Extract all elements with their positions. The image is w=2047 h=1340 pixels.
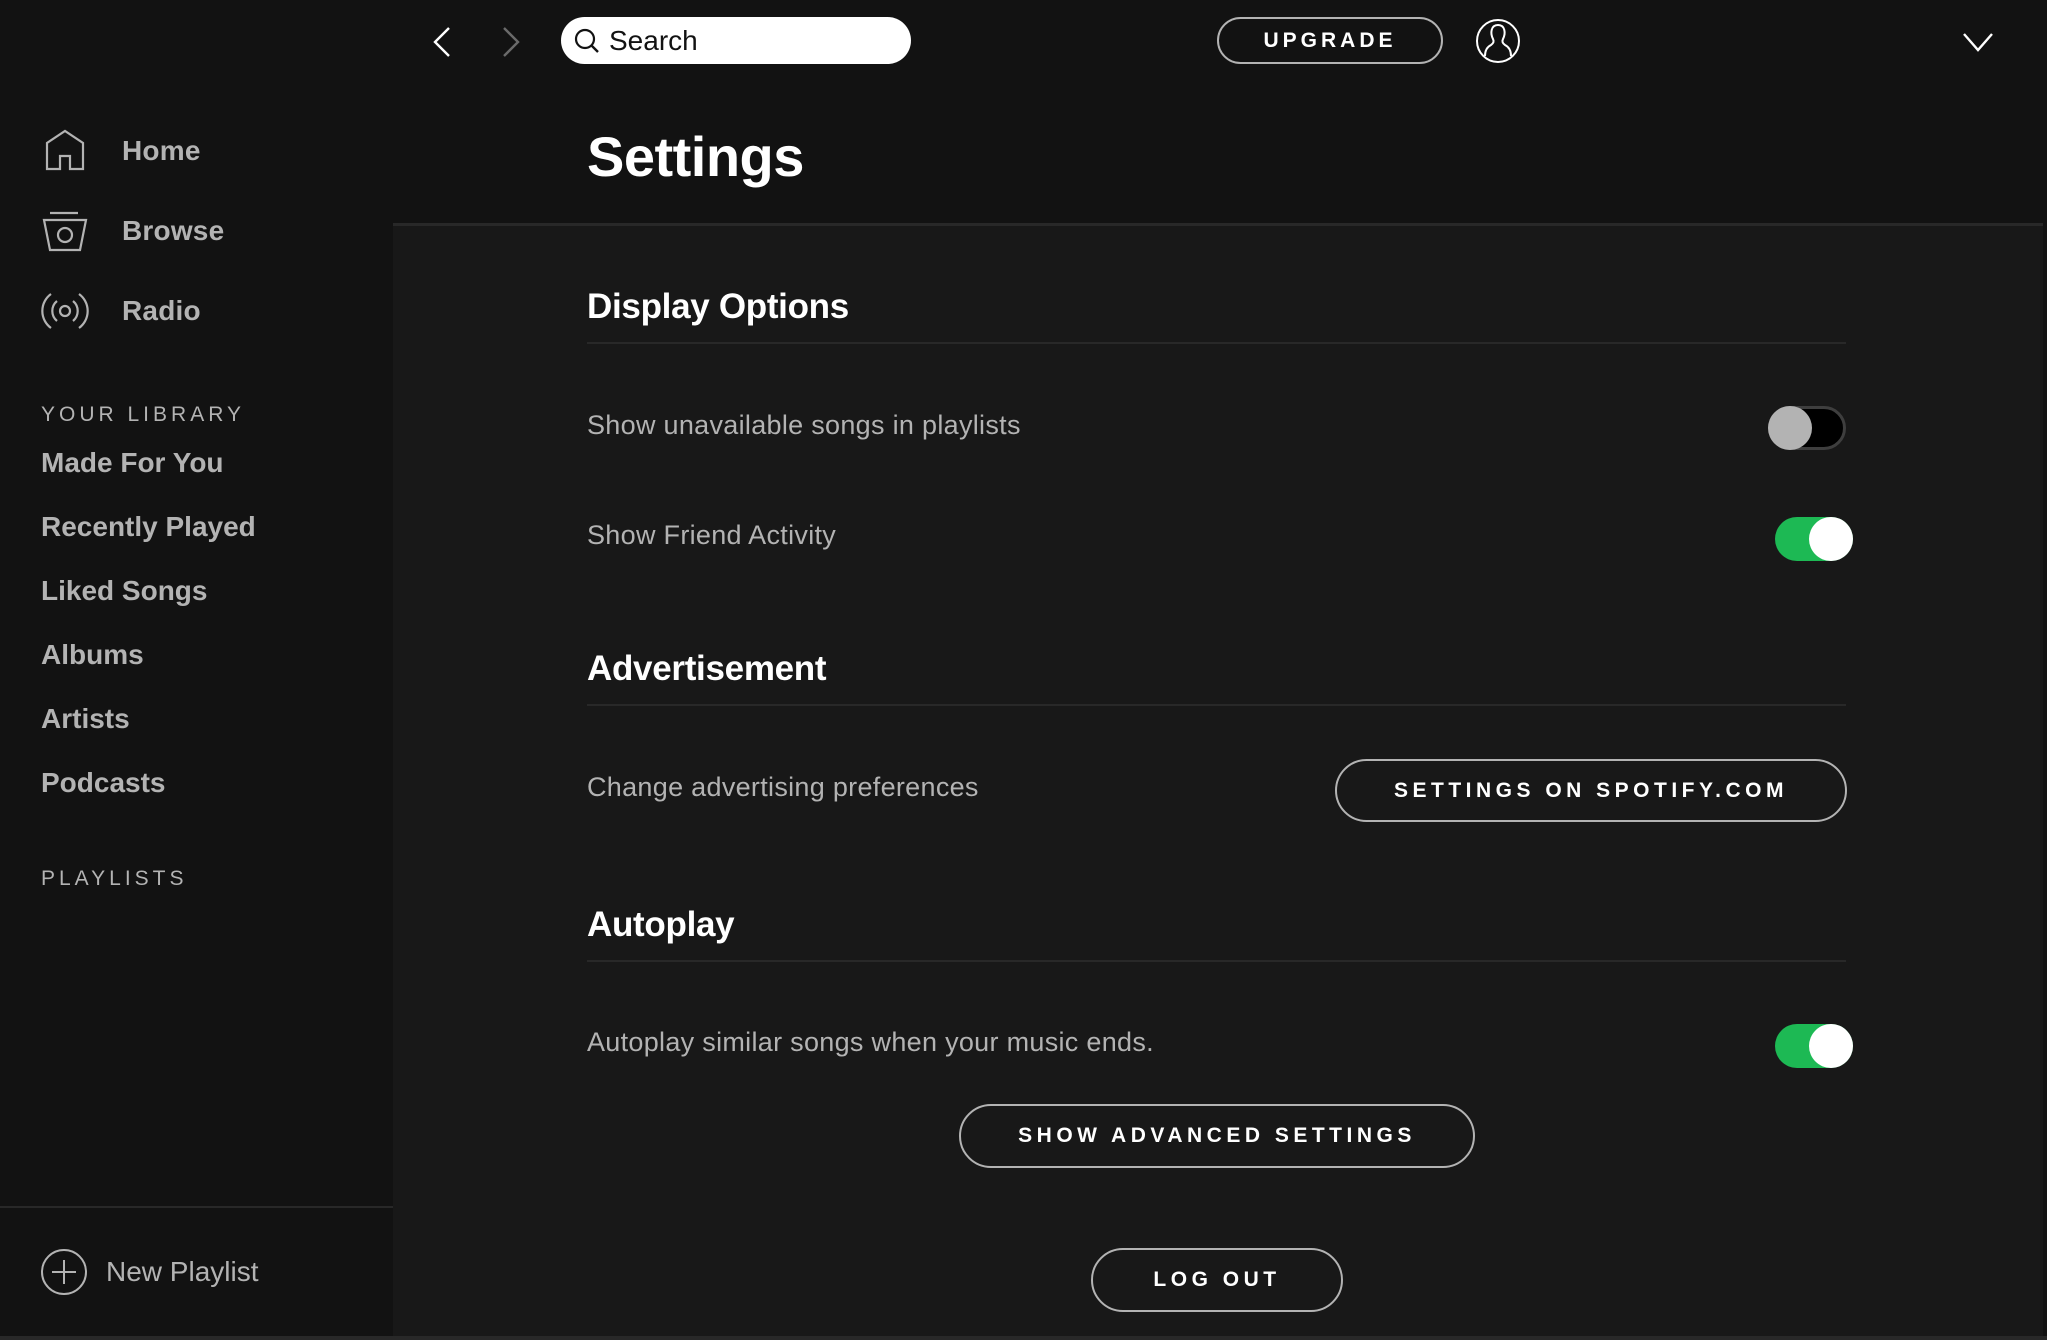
sidebar-item-label: Home bbox=[122, 135, 201, 166]
sidebar-divider bbox=[0, 1206, 393, 1208]
sidebar-item-recently-played[interactable]: Recently Played bbox=[41, 511, 256, 543]
search-icon bbox=[574, 28, 599, 53]
setting-label-advertising-preferences: Change advertising preferences bbox=[587, 772, 979, 802]
scrollbar-track[interactable] bbox=[2043, 223, 2047, 1340]
setting-label-friend-activity: Show Friend Activity bbox=[587, 520, 837, 550]
section-divider bbox=[587, 960, 1846, 962]
toggle-knob bbox=[1768, 406, 1812, 450]
radio-icon bbox=[41, 293, 89, 329]
toggle-knob bbox=[1809, 517, 1853, 561]
section-divider bbox=[587, 704, 1846, 706]
chevron-left-icon bbox=[433, 27, 450, 57]
sidebar-item-artists[interactable]: Artists bbox=[41, 703, 130, 735]
sidebar-item-liked-songs[interactable]: Liked Songs bbox=[41, 575, 207, 607]
dropdown-button[interactable] bbox=[1960, 28, 1996, 56]
plus-circle-icon bbox=[41, 1249, 87, 1295]
search-placeholder: Search bbox=[609, 24, 698, 56]
setting-label-show-unavailable: Show unavailable songs in playlists bbox=[587, 410, 1021, 440]
section-heading-display-options: Display Options bbox=[587, 287, 849, 326]
back-button[interactable] bbox=[423, 22, 463, 62]
sidebar-item-albums[interactable]: Albums bbox=[41, 639, 144, 671]
playlists-heading: PLAYLISTS bbox=[41, 867, 188, 890]
new-playlist-button[interactable]: New Playlist bbox=[40, 1248, 258, 1296]
setting-label-autoplay: Autoplay similar songs when your music e… bbox=[587, 1027, 1154, 1057]
toggle-autoplay[interactable] bbox=[1775, 1024, 1853, 1068]
search-input[interactable]: Search bbox=[561, 17, 911, 64]
section-divider bbox=[587, 342, 1846, 344]
home-icon bbox=[45, 129, 85, 171]
chevron-down-icon bbox=[1963, 33, 1993, 52]
sidebar: Home Browse Radio YOUR LIBRARY Made For … bbox=[0, 0, 393, 1340]
show-advanced-settings-button[interactable]: SHOW ADVANCED SETTINGS bbox=[959, 1104, 1475, 1168]
user-menu-button[interactable] bbox=[1474, 17, 1522, 65]
page-title: Settings bbox=[587, 125, 804, 188]
toggle-knob bbox=[1809, 1024, 1853, 1068]
bottom-border bbox=[0, 1336, 2047, 1340]
sidebar-item-label: Browse bbox=[122, 215, 225, 246]
user-icon bbox=[1476, 19, 1520, 63]
sidebar-item-podcasts[interactable]: Podcasts bbox=[41, 767, 166, 799]
upgrade-button[interactable]: UPGRADE bbox=[1217, 17, 1443, 64]
toggle-show-unavailable-songs[interactable] bbox=[1768, 406, 1846, 450]
sidebar-item-label: Radio bbox=[122, 295, 201, 326]
forward-button[interactable] bbox=[490, 22, 530, 62]
toggle-show-friend-activity[interactable] bbox=[1775, 517, 1853, 561]
library-heading: YOUR LIBRARY bbox=[41, 403, 245, 426]
log-out-button[interactable]: LOG OUT bbox=[1091, 1248, 1343, 1312]
settings-on-spotify-button[interactable]: SETTINGS ON SPOTIFY.COM bbox=[1335, 759, 1847, 822]
new-playlist-label: New Playlist bbox=[106, 1256, 259, 1287]
section-heading-advertisement: Advertisement bbox=[587, 649, 827, 688]
browse-icon bbox=[42, 211, 88, 252]
chevron-right-icon bbox=[503, 27, 520, 57]
sidebar-item-browse[interactable]: Browse bbox=[40, 206, 224, 256]
sidebar-item-made-for-you[interactable]: Made For You bbox=[41, 447, 224, 479]
sidebar-item-radio[interactable]: Radio bbox=[40, 286, 201, 336]
sidebar-item-home[interactable]: Home bbox=[40, 126, 200, 176]
section-heading-autoplay: Autoplay bbox=[587, 905, 735, 944]
